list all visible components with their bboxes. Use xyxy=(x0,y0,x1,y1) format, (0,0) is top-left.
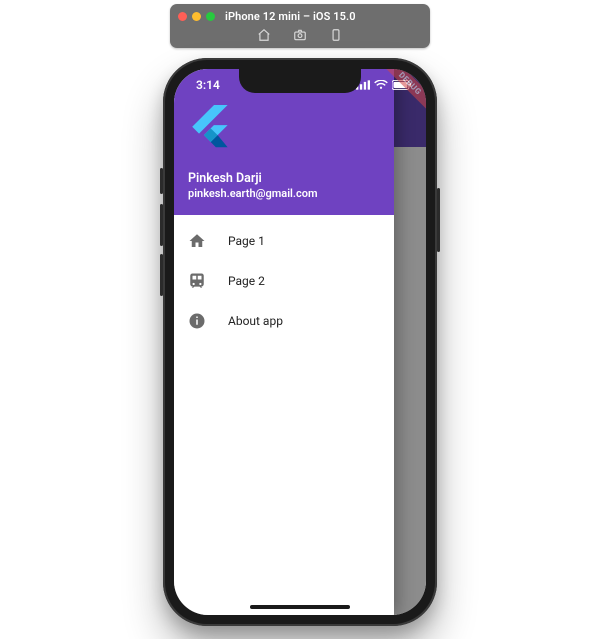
drawer-item-page-1[interactable]: Page 1 xyxy=(174,221,394,261)
account-email: pinkesh.earth@gmail.com xyxy=(188,186,380,201)
info-icon xyxy=(188,312,206,330)
device-screen: 3:14 xyxy=(174,69,426,615)
account-name: Pinkesh Darji xyxy=(188,171,380,186)
device-notch xyxy=(239,69,361,93)
flutter-logo-icon xyxy=(188,105,232,149)
wifi-icon xyxy=(374,79,388,93)
simulator-title-bar: iPhone 12 mini – iOS 15.0 xyxy=(170,4,430,48)
screenshot-icon[interactable] xyxy=(293,28,307,42)
volume-down-button[interactable] xyxy=(160,254,163,296)
window-traffic-lights xyxy=(178,12,215,21)
drawer-item-label: Page 1 xyxy=(228,234,265,248)
home-icon[interactable] xyxy=(257,28,271,42)
mute-switch[interactable] xyxy=(160,168,163,194)
volume-up-button[interactable] xyxy=(160,204,163,246)
drawer-item-label: Page 2 xyxy=(228,274,265,288)
power-button[interactable] xyxy=(437,188,440,252)
simulator-toolbar xyxy=(178,28,422,42)
status-time: 3:14 xyxy=(196,78,220,92)
close-window-button[interactable] xyxy=(178,12,187,21)
drawer-item-page-2[interactable]: Page 2 xyxy=(174,261,394,301)
drawer-item-about[interactable]: About app xyxy=(174,301,394,341)
minimize-window-button[interactable] xyxy=(192,12,201,21)
simulator-title: iPhone 12 mini – iOS 15.0 xyxy=(225,10,356,23)
rotate-icon[interactable] xyxy=(329,28,343,42)
drawer-item-label: About app xyxy=(228,314,283,328)
train-icon xyxy=(188,272,206,290)
drawer-list: Page 1 Page 2 xyxy=(174,215,394,347)
zoom-window-button[interactable] xyxy=(206,12,215,21)
iphone-device-frame: 3:14 xyxy=(163,58,437,626)
home-indicator[interactable] xyxy=(250,605,350,609)
home-icon xyxy=(188,232,206,250)
navigation-drawer: Pinkesh Darji pinkesh.earth@gmail.com Pa… xyxy=(174,69,394,615)
